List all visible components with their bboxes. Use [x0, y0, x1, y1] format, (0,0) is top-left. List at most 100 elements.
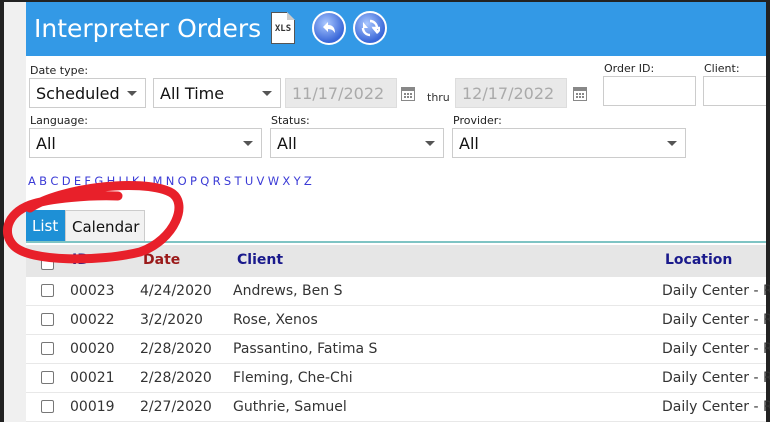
page-header: Interpreter Orders XLS	[26, 2, 766, 56]
row-checkbox[interactable]	[41, 342, 54, 355]
row-checkbox[interactable]	[41, 313, 54, 326]
column-header-date[interactable]: Date	[143, 252, 180, 268]
table-row[interactable]: 00019 2/27/2020 Guthrie, Samuel Daily Cente…	[26, 393, 770, 422]
calendar-icon[interactable]	[573, 87, 587, 101]
calendar-icon[interactable]	[401, 87, 415, 101]
cell-location: Daily Center - R	[662, 341, 770, 357]
cell-id: 00020	[70, 341, 115, 357]
cell-date: 4/24/2020	[140, 283, 212, 299]
cell-client: Passantino, Fatima S	[233, 341, 378, 357]
alphabet-link-z[interactable]: Z	[304, 174, 312, 188]
alphabet-link-c[interactable]: C	[50, 174, 58, 188]
alphabet-link-t[interactable]: T	[234, 174, 241, 188]
tab-underline	[26, 241, 766, 243]
cell-id: 00022	[70, 312, 115, 328]
cell-date: 3/2/2020	[140, 312, 203, 328]
row-checkbox[interactable]	[41, 371, 54, 384]
alphabet-link-w[interactable]: W	[268, 174, 279, 188]
provider-label: Provider:	[453, 114, 502, 127]
date-to-value: 12/17/2022	[462, 84, 555, 103]
table-row[interactable]: 00021 2/28/2020 Fleming, Che-Chi Daily Cent…	[26, 364, 770, 393]
alphabet-link-d[interactable]: D	[62, 174, 71, 188]
alphabet-link-r[interactable]: R	[213, 174, 221, 188]
alphabet-link-b[interactable]: B	[39, 174, 47, 188]
undo-arrow-icon	[323, 22, 335, 33]
cell-location: Daily Center - R	[662, 399, 770, 415]
date-type-select[interactable]: Scheduled	[29, 78, 146, 108]
xls-export-icon[interactable]: XLS	[271, 12, 295, 44]
tab-calendar-label: Calendar	[72, 218, 140, 236]
cell-client: Fleming, Che-Chi	[233, 370, 353, 386]
cell-id: 00019	[70, 399, 115, 415]
cell-date: 2/28/2020	[140, 341, 212, 357]
date-from-value: 11/17/2022	[292, 84, 385, 103]
status-label: Status:	[271, 114, 310, 127]
order-id-input[interactable]	[603, 76, 696, 106]
alphabet-link-o[interactable]: O	[178, 174, 187, 188]
alphabet-link-p[interactable]: P	[190, 174, 197, 188]
client-input[interactable]	[703, 76, 766, 106]
table-header: ID Date Client Location	[26, 245, 766, 277]
cell-location: Daily Center - R	[662, 312, 770, 328]
refresh-icon	[361, 19, 380, 37]
select-all-checkbox[interactable]	[41, 257, 54, 270]
alphabet-filter: ABCDEFGHIJKLMNOPQRSTUVWXYZ	[28, 174, 315, 188]
alphabet-link-l[interactable]: L	[143, 174, 149, 188]
date-range-select[interactable]: All Time	[153, 78, 281, 108]
table-row[interactable]: 00022 3/2/2020 Rose, Xenos Daily Center - R	[26, 306, 770, 335]
row-checkbox[interactable]	[41, 400, 54, 413]
alphabet-link-u[interactable]: U	[245, 174, 253, 188]
cell-date: 2/28/2020	[140, 370, 212, 386]
alphabet-link-e[interactable]: E	[74, 174, 81, 188]
alphabet-link-v[interactable]: V	[257, 174, 265, 188]
order-id-label: Order ID:	[604, 62, 655, 75]
window-frame-right	[766, 0, 770, 422]
alphabet-link-s[interactable]: S	[224, 174, 231, 188]
language-label: Language:	[30, 114, 88, 127]
date-from-input[interactable]: 11/17/2022	[285, 78, 397, 108]
row-checkbox[interactable]	[41, 284, 54, 297]
column-header-client[interactable]: Client	[237, 252, 283, 268]
column-header-location[interactable]: Location	[665, 252, 732, 268]
alphabet-link-g[interactable]: G	[94, 174, 103, 188]
alphabet-link-n[interactable]: N	[166, 174, 175, 188]
date-to-input[interactable]: 12/17/2022	[455, 78, 567, 108]
chevron-down-icon	[127, 91, 137, 96]
alphabet-link-k[interactable]: K	[132, 174, 140, 188]
tab-list-label: List	[32, 217, 59, 235]
back-button[interactable]	[312, 11, 346, 45]
status-value: All	[277, 134, 297, 153]
alphabet-link-f[interactable]: F	[84, 174, 91, 188]
client-label: Client:	[704, 62, 740, 75]
language-value: All	[36, 134, 56, 153]
table-row[interactable]: 00023 4/24/2020 Andrews, Ben S Daily Center…	[26, 277, 770, 306]
date-type-value: Scheduled	[36, 84, 120, 103]
tab-list[interactable]: List	[26, 210, 65, 242]
chevron-down-icon	[262, 91, 272, 96]
cell-id: 00023	[70, 283, 115, 299]
alphabet-link-x[interactable]: X	[282, 174, 290, 188]
refresh-button[interactable]	[353, 11, 387, 45]
table-row[interactable]: 00020 2/28/2020 Passantino, Fatima S Daily …	[26, 335, 770, 364]
thru-label: thru	[427, 91, 450, 104]
provider-value: All	[459, 134, 479, 153]
provider-select[interactable]: All	[452, 128, 686, 158]
alphabet-link-m[interactable]: M	[152, 174, 162, 188]
chevron-down-icon	[425, 141, 435, 146]
cell-client: Rose, Xenos	[233, 312, 318, 328]
date-type-label: Date type:	[30, 64, 89, 77]
page-title: Interpreter Orders	[34, 14, 262, 43]
alphabet-link-i[interactable]: I	[119, 174, 122, 188]
alphabet-link-j[interactable]: J	[125, 174, 128, 188]
left-gutter	[4, 2, 26, 422]
alphabet-link-a[interactable]: A	[28, 174, 36, 188]
alphabet-link-h[interactable]: H	[107, 174, 116, 188]
language-select[interactable]: All	[29, 128, 262, 158]
cell-id: 00021	[70, 370, 115, 386]
alphabet-link-q[interactable]: Q	[200, 174, 209, 188]
alphabet-link-y[interactable]: Y	[294, 174, 301, 188]
tab-calendar[interactable]: Calendar	[65, 210, 145, 242]
column-header-id[interactable]: ID	[72, 252, 89, 268]
status-select[interactable]: All	[270, 128, 444, 158]
chevron-down-icon	[243, 141, 253, 146]
